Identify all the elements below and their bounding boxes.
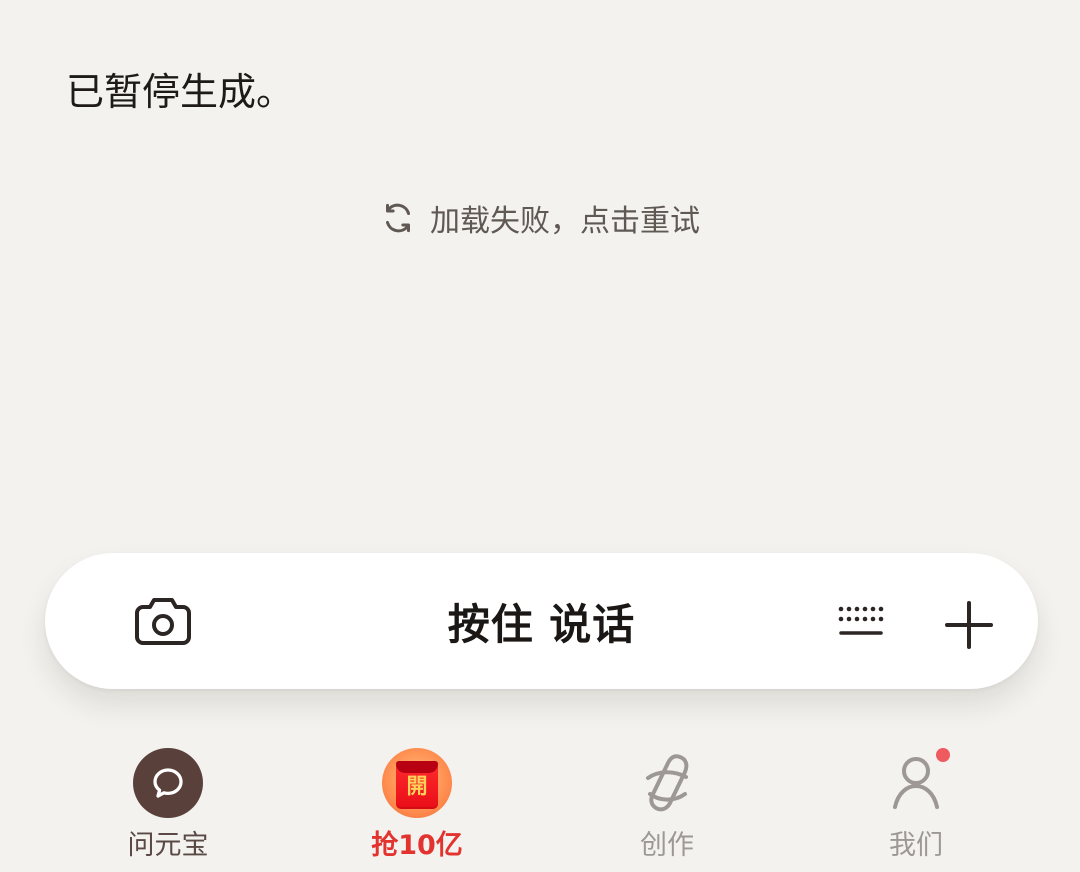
notification-dot	[936, 748, 950, 762]
camera-button[interactable]	[129, 593, 197, 651]
voice-input-bar: 按住 说话	[45, 553, 1038, 689]
more-actions-button[interactable]	[941, 597, 997, 653]
tab-grab-10-billion-label: 抢10亿	[371, 830, 463, 861]
refresh-icon	[386, 203, 410, 233]
plus-icon	[945, 601, 993, 649]
tab-ask-yuanbao[interactable]: 问元宝	[88, 738, 248, 872]
tab-us-label: 我们	[889, 830, 943, 861]
camera-icon	[135, 598, 191, 645]
hold-to-talk-button[interactable]: 按住 说话	[275, 553, 808, 689]
red-envelope-open-character: 開	[406, 774, 428, 798]
retry-load-button[interactable]: 加载失败，点击重试	[0, 196, 1080, 240]
tab-us[interactable]: 我们	[836, 738, 996, 872]
keyboard-icon	[838, 606, 884, 635]
tab-grab-10-billion[interactable]: 開 抢10亿	[337, 738, 497, 872]
tab-create[interactable]: 创作	[587, 738, 747, 872]
paused-generation-message: 已暂停生成。	[66, 70, 295, 114]
bottom-tab-bar: 问元宝 開 抢10亿 创作 我们	[0, 738, 1080, 872]
red-envelope-icon: 開	[382, 748, 452, 818]
tab-create-label: 创作	[640, 830, 694, 861]
creation-icon	[632, 748, 702, 818]
keyboard-toggle-button[interactable]	[833, 597, 889, 647]
retry-load-text: 加载失败，点击重试	[430, 204, 700, 239]
tab-ask-yuanbao-label: 问元宝	[127, 830, 209, 861]
chat-bubble-icon	[133, 748, 203, 818]
